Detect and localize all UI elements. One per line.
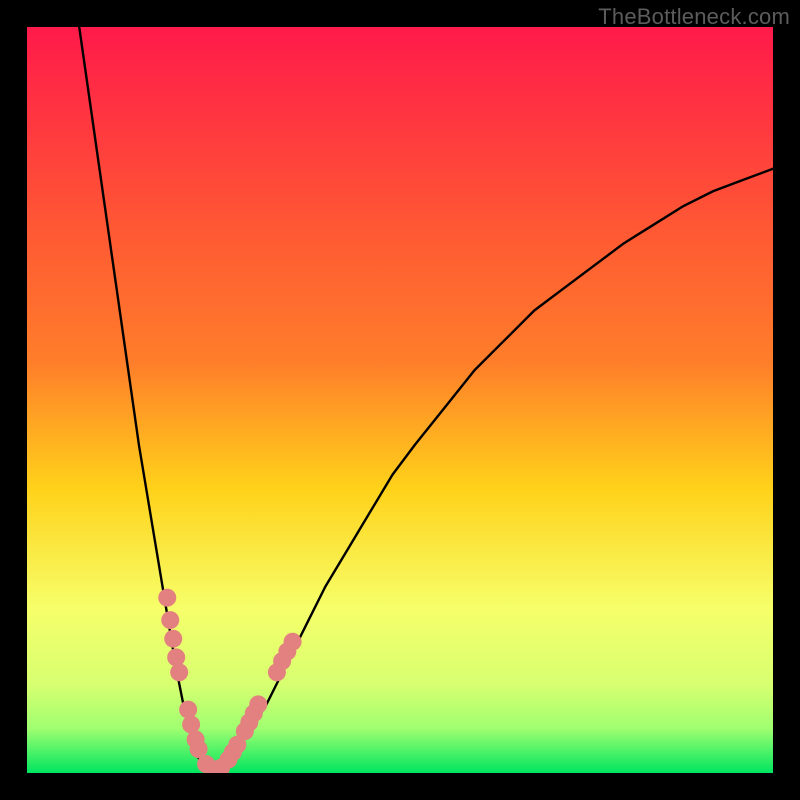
data-marker <box>164 630 182 648</box>
chart-svg <box>27 27 773 773</box>
data-marker <box>158 589 176 607</box>
chart-frame: TheBottleneck.com <box>0 0 800 800</box>
data-marker <box>167 648 185 666</box>
data-marker <box>161 611 179 629</box>
plot-area <box>27 27 773 773</box>
data-marker <box>284 633 302 651</box>
data-marker <box>179 701 197 719</box>
data-marker <box>170 663 188 681</box>
data-marker <box>249 695 267 713</box>
